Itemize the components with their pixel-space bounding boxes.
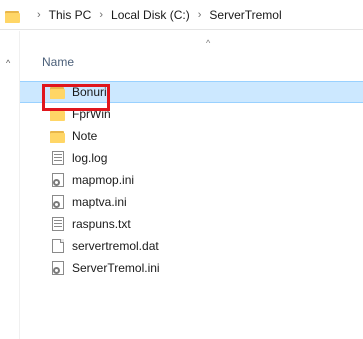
list-item-file[interactable]: ServerTremol.ini — [20, 257, 363, 279]
file-name: servertremol.dat — [72, 239, 159, 253]
text-file-icon — [50, 216, 66, 232]
breadcrumb-separator[interactable]: › — [37, 9, 41, 21]
blank-file-icon — [50, 238, 66, 254]
breadcrumb-local-disk[interactable]: Local Disk (C:) — [111, 8, 190, 22]
breadcrumb-separator[interactable]: › — [198, 9, 202, 21]
navigation-pane[interactable]: ^ — [0, 31, 20, 339]
file-name: maptva.ini — [72, 195, 127, 209]
text-file-icon — [50, 150, 66, 166]
sort-ascending-icon: ^ — [206, 38, 211, 48]
breadcrumb-separator[interactable]: › — [99, 9, 103, 21]
folder-icon — [5, 8, 21, 23]
folder-icon — [50, 128, 66, 144]
list-item-file[interactable]: log.log — [20, 147, 363, 169]
list-item-file[interactable]: mapmop.ini — [20, 169, 363, 191]
file-name: Note — [72, 129, 98, 143]
settings-file-icon — [50, 194, 66, 210]
collapse-caret-icon[interactable]: ^ — [6, 58, 10, 68]
settings-file-icon — [50, 260, 66, 276]
breadcrumb-this-pc[interactable]: This PC — [49, 8, 92, 22]
list-item-file[interactable]: raspuns.txt — [20, 213, 363, 235]
settings-file-icon — [50, 172, 66, 188]
address-bar[interactable]: › This PC › Local Disk (C:) › ServerTrem… — [0, 0, 363, 30]
file-name: mapmop.ini — [72, 173, 135, 187]
list-item-file[interactable]: maptva.ini — [20, 191, 363, 213]
column-header: ^ Name — [20, 31, 363, 81]
file-name: log.log — [72, 151, 108, 165]
highlight-annotation — [42, 84, 110, 111]
file-name: ServerTremol.ini — [72, 261, 160, 275]
list-item-folder[interactable]: Note — [20, 125, 363, 147]
breadcrumb-servertremol[interactable]: ServerTremol — [209, 8, 281, 22]
name-column-header[interactable]: Name — [42, 55, 74, 69]
file-name: raspuns.txt — [72, 217, 131, 231]
list-item-file[interactable]: servertremol.dat — [20, 235, 363, 257]
